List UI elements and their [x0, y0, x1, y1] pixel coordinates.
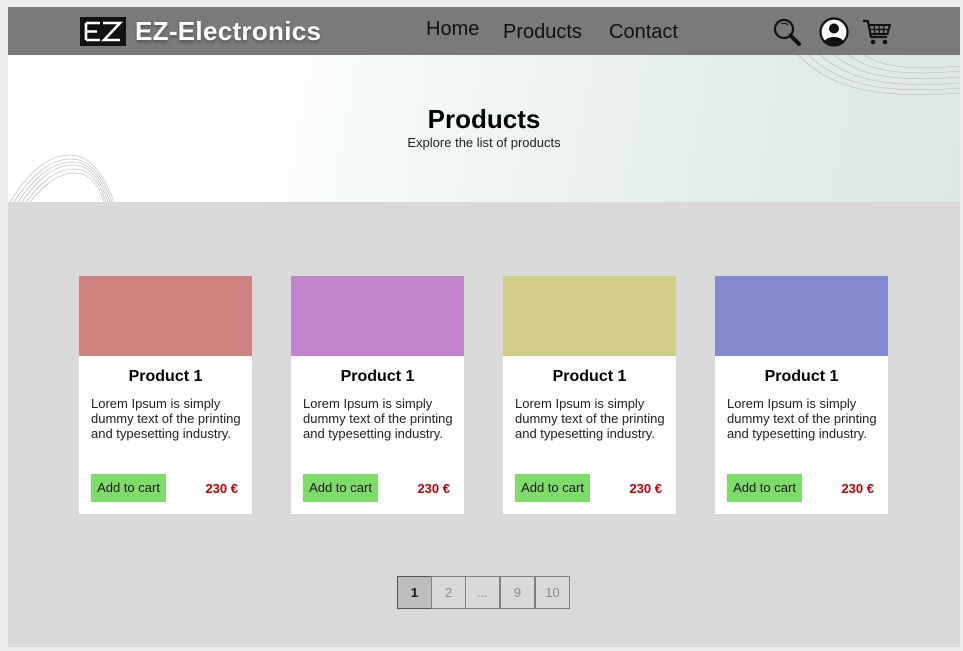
- logo-icon[interactable]: [80, 17, 126, 46]
- product-image[interactable]: [503, 276, 676, 356]
- page-subtitle: Explore the list of products: [407, 135, 561, 150]
- page-button-1[interactable]: 1: [397, 576, 432, 609]
- product-image[interactable]: [79, 276, 252, 356]
- site-header: EZ-Electronics Home Products Contact: [8, 7, 960, 55]
- product-card[interactable]: Product 1 Lorem Ipsum is simply dummy te…: [291, 276, 464, 514]
- product-price: 230 €: [629, 481, 662, 496]
- product-image[interactable]: [715, 276, 888, 356]
- product-card[interactable]: Product 1 Lorem Ipsum is simply dummy te…: [715, 276, 888, 514]
- brand-name[interactable]: EZ-Electronics: [135, 16, 321, 47]
- product-name[interactable]: Product 1: [715, 368, 888, 386]
- page-ellipsis[interactable]: ...: [465, 576, 500, 609]
- page-button-10[interactable]: 10: [535, 576, 570, 609]
- product-price: 230 €: [417, 481, 450, 496]
- product-card[interactable]: Product 1 Lorem Ipsum is simply dummy te…: [503, 276, 676, 514]
- product-name[interactable]: Product 1: [79, 368, 252, 386]
- product-description: Lorem Ipsum is simply dummy text of the …: [303, 396, 453, 441]
- product-name[interactable]: Product 1: [291, 368, 464, 386]
- page-frame: EZ-Electronics Home Products Contact Pro…: [8, 7, 960, 647]
- product-description: Lorem Ipsum is simply dummy text of the …: [727, 396, 877, 441]
- product-description: Lorem Ipsum is simply dummy text of the …: [91, 396, 241, 441]
- product-description: Lorem Ipsum is simply dummy text of the …: [515, 396, 665, 441]
- product-card[interactable]: Product 1 Lorem Ipsum is simply dummy te…: [79, 276, 252, 514]
- user-account-icon[interactable]: [818, 16, 850, 48]
- add-to-cart-button[interactable]: Add to cart: [303, 474, 378, 502]
- add-to-cart-button[interactable]: Add to cart: [515, 474, 590, 502]
- nav-home-link[interactable]: Home: [426, 18, 479, 41]
- page-button-9[interactable]: 9: [500, 576, 535, 609]
- product-name[interactable]: Product 1: [503, 368, 676, 386]
- product-price: 230 €: [841, 481, 874, 496]
- product-price: 230 €: [205, 481, 238, 496]
- page-button-2[interactable]: 2: [431, 576, 466, 609]
- product-image[interactable]: [291, 276, 464, 356]
- add-to-cart-button[interactable]: Add to cart: [91, 474, 166, 502]
- search-icon[interactable]: [771, 16, 803, 48]
- nav-contact-link[interactable]: Contact: [609, 21, 678, 44]
- nav-products-link[interactable]: Products: [503, 21, 582, 44]
- add-to-cart-button[interactable]: Add to cart: [727, 474, 802, 502]
- shopping-cart-icon[interactable]: [861, 16, 893, 48]
- page-title: Products: [427, 104, 541, 134]
- hero-banner: Products Explore the list of products: [8, 55, 960, 202]
